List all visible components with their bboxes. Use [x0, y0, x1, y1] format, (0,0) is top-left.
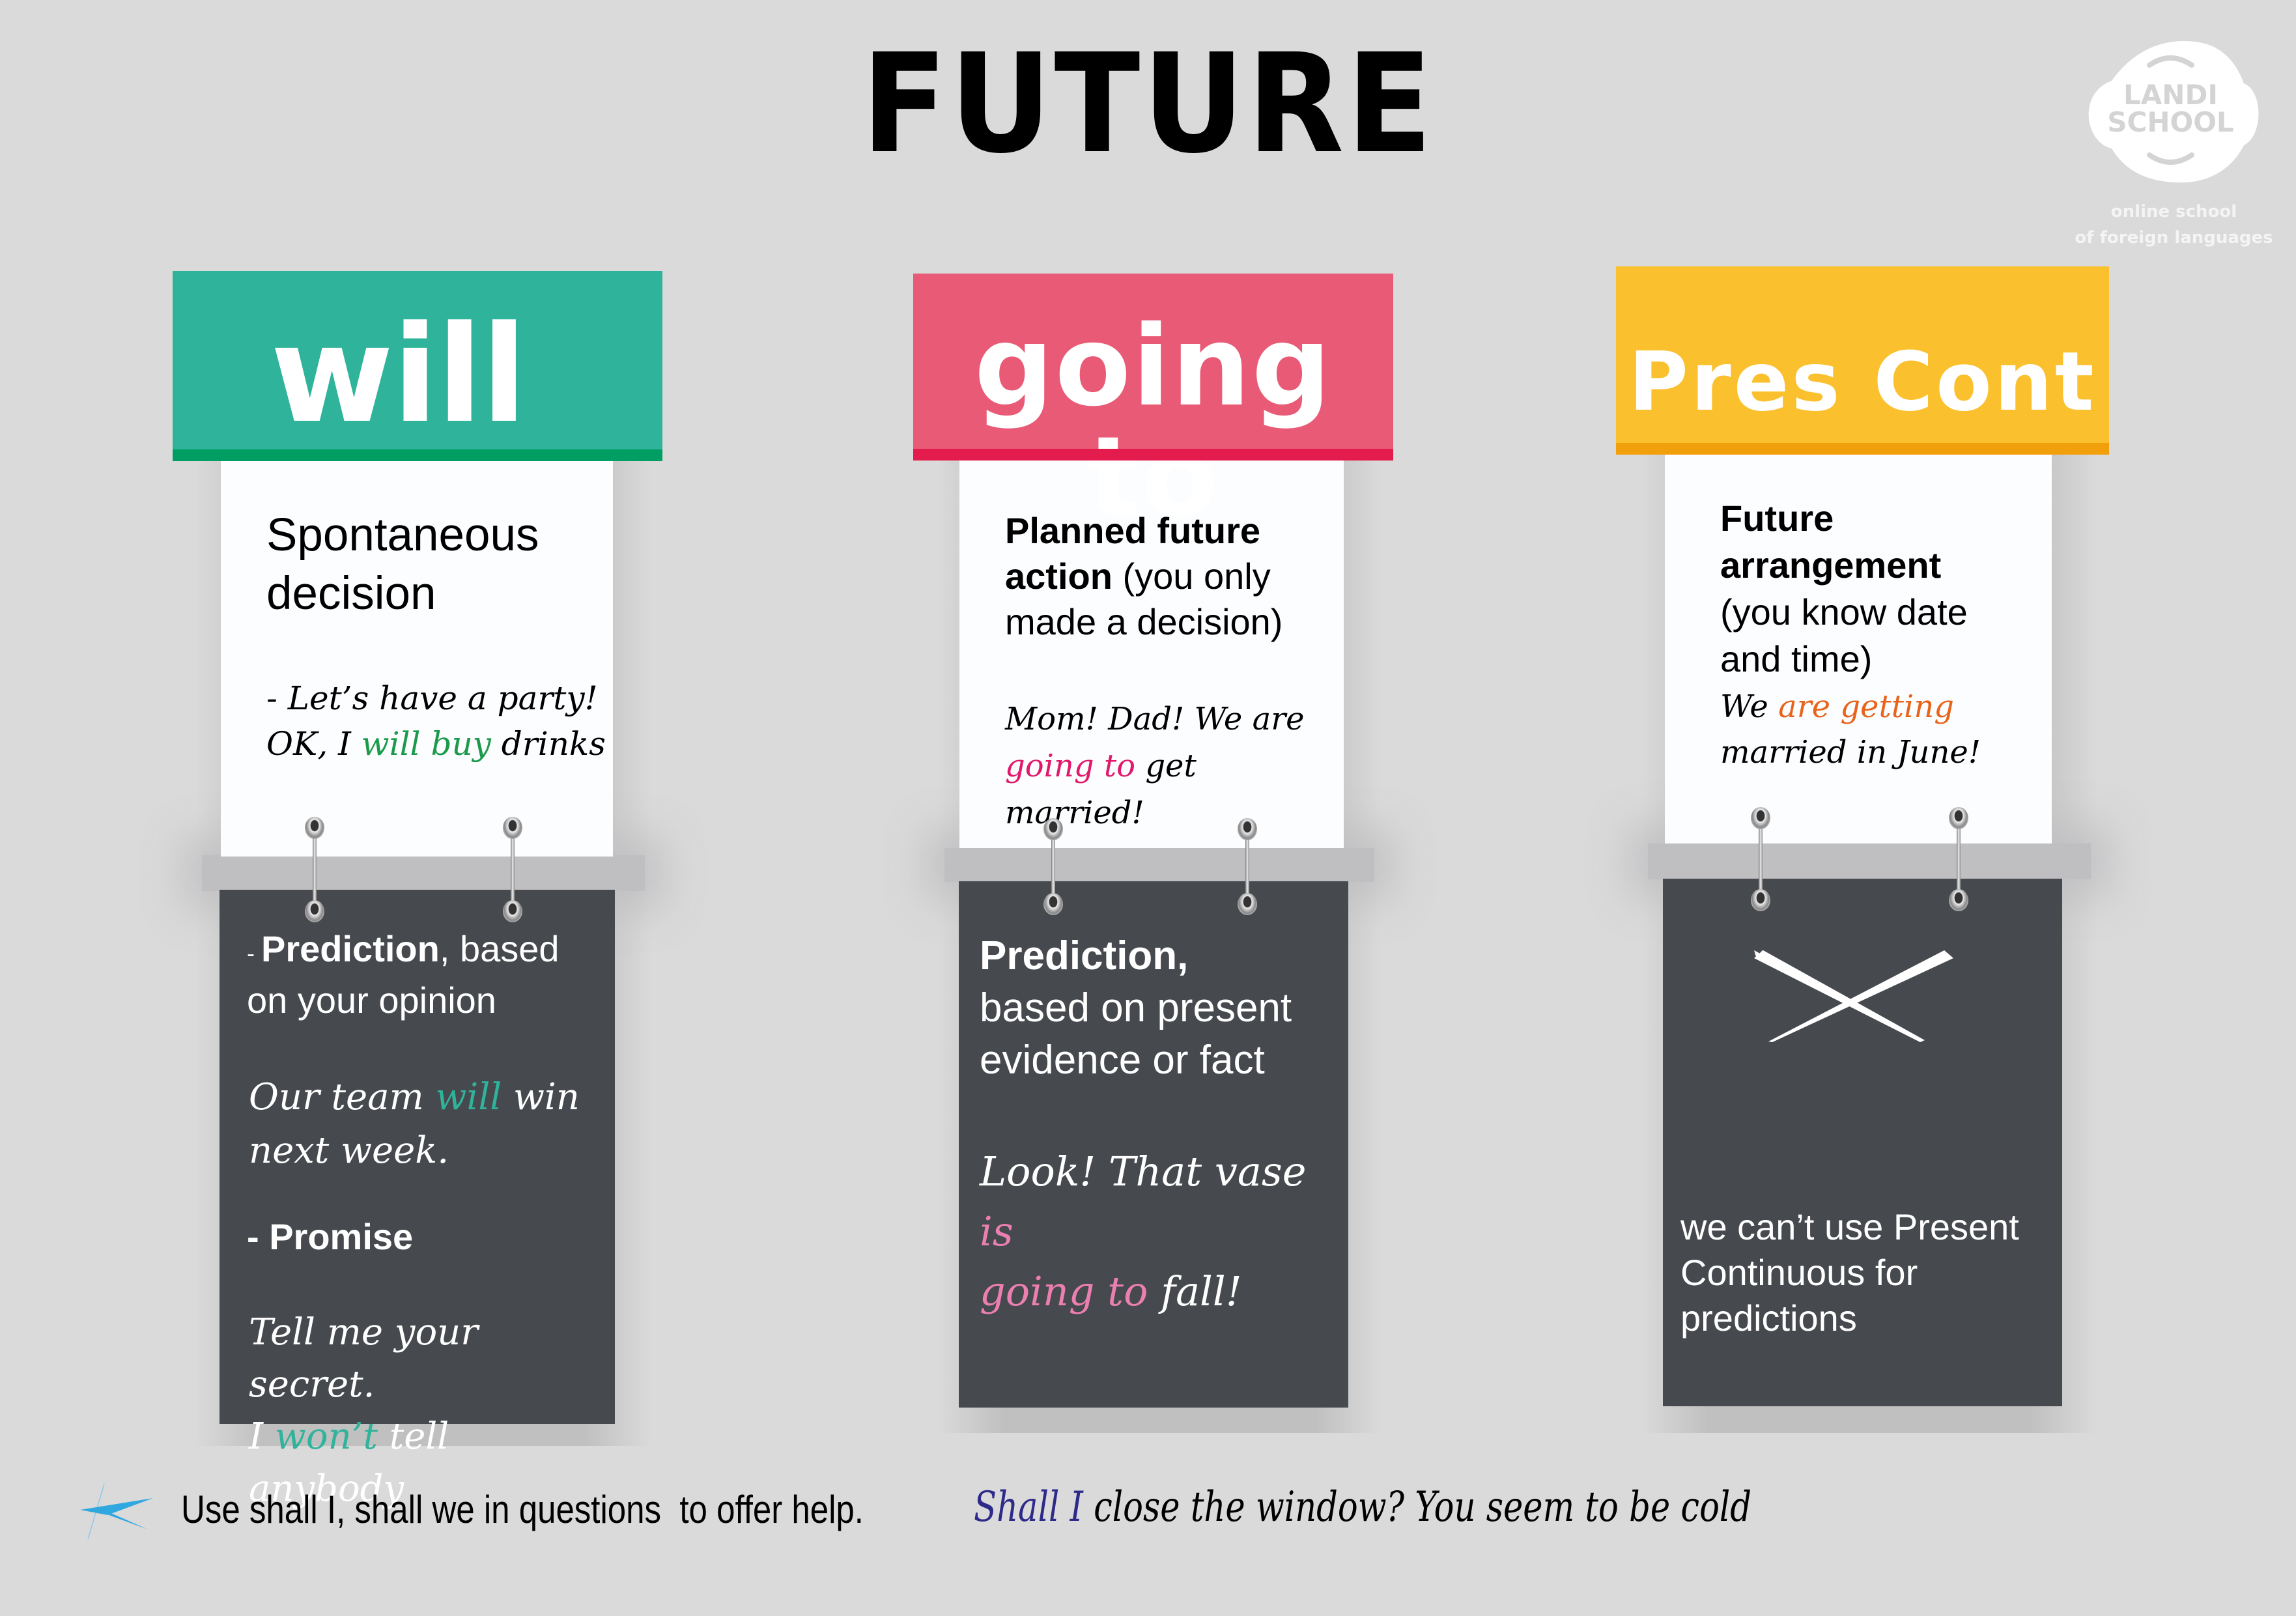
bold-text: Prediction, — [980, 933, 1189, 978]
page-title: FUTURE — [861, 24, 1435, 184]
logo-sub1: online school — [2110, 202, 2237, 221]
ring-hole-icon — [1949, 889, 1968, 911]
text: Look! That vase — [980, 1148, 1307, 1195]
text: and time) — [1720, 638, 1873, 679]
text: close the window? You seem to be cold — [1083, 1483, 1752, 1531]
bold-text: Future — [1720, 498, 1834, 539]
text: made a decision) — [1005, 601, 1283, 642]
bold-text: action — [1005, 556, 1113, 597]
text: Continuous for — [1680, 1252, 1918, 1293]
pres-cont-header: Pres Cont — [1616, 266, 2109, 455]
ring-hole-icon — [1238, 818, 1257, 840]
shadow-band — [1648, 843, 2091, 879]
ring-hole-icon — [503, 817, 522, 839]
text: we can’t use Present — [1680, 1206, 2019, 1247]
ring-hole-icon — [1751, 807, 1770, 829]
will-dark-item1: - Prediction, based on your opinion — [247, 926, 560, 1024]
highlight-text: are getting — [1778, 688, 1955, 725]
text: We — [1720, 688, 1779, 725]
text: based on present — [980, 985, 1292, 1030]
logo-sub2: of foreign languages — [2075, 228, 2273, 248]
text: evidence or fact — [980, 1038, 1265, 1083]
heading-line: decision — [266, 568, 436, 619]
pres-cont-dark-text: we can’t use Present Continuous for pred… — [1680, 1204, 2019, 1341]
text: Our team — [249, 1076, 436, 1118]
pres-cont-example: We are getting married in June! — [1720, 684, 1981, 775]
text: (you know date — [1720, 591, 1968, 632]
highlight-text: will — [435, 1076, 502, 1118]
ring-hole-icon — [305, 900, 324, 922]
text: on your opinion — [247, 980, 496, 1021]
example-text: OK, I — [266, 725, 361, 763]
text: married in June! — [1720, 734, 1981, 771]
text: predictions — [1680, 1297, 1857, 1339]
highlight-text: Shall I — [974, 1483, 1083, 1531]
dash: - — [247, 940, 261, 967]
will-dark-card: - Prediction, based on your opinion Our … — [220, 890, 615, 1510]
will-header: will — [173, 271, 662, 461]
text: Tell me your secret. — [249, 1311, 478, 1406]
header-label: Pres Cont — [1628, 335, 2097, 429]
ring-hole-icon — [1238, 893, 1257, 915]
will-example: - Let’s have a party! OK, I will buy dri… — [266, 675, 606, 767]
landi-school-logo: LANDI SCHOOL online school of foreign la… — [2052, 20, 2296, 261]
logo-line1: LANDI — [2123, 79, 2218, 111]
shadow-band — [944, 848, 1374, 882]
ring-hole-icon — [1043, 818, 1063, 840]
text: win — [502, 1076, 580, 1118]
text: fall! — [1148, 1268, 1242, 1315]
shadow-band — [202, 855, 645, 891]
cross-icon — [1754, 950, 1953, 1042]
will-dark-example2: Tell me your secret. I won’t tell anybod… — [249, 1307, 615, 1515]
highlight-text: won’t — [274, 1415, 378, 1458]
header-bar — [1616, 443, 2109, 455]
will-heading: Spontaneous decision — [266, 506, 539, 623]
header-bar — [913, 449, 1393, 461]
will-dark-item2: - Promise — [247, 1216, 414, 1257]
header-label: will — [270, 298, 527, 453]
example-text: drinks — [490, 725, 606, 763]
text: (you only — [1112, 556, 1271, 597]
going-to-example: Mom! Dad! We are going to get married! — [1005, 696, 1344, 836]
ring-hole-icon — [1043, 893, 1063, 915]
logo-wordmark: LANDI SCHOOL — [2078, 81, 2263, 136]
going-to-dark-example: Look! That vase is going to fall! — [980, 1142, 1348, 1322]
text: I — [249, 1415, 275, 1458]
ring-hole-icon — [305, 817, 324, 839]
heading-line: Spontaneous — [266, 509, 539, 561]
will-white-card: Spontaneous decision - Let’s have a part… — [221, 461, 613, 857]
text: Use shall I, shall we in questions to of… — [181, 1488, 873, 1531]
going-to-dark-card: Prediction, based on present evidence or… — [959, 881, 1348, 1408]
pres-cont-heading: Future arrangement (you know date and ti… — [1720, 495, 1968, 683]
text: next week. — [249, 1129, 449, 1172]
star-cross-icon — [80, 1484, 153, 1539]
highlight-text: going to — [980, 1268, 1148, 1315]
ring-hole-icon — [503, 900, 522, 922]
highlight-text: will buy — [361, 725, 491, 763]
logo-tagline: online school of foreign languages — [2052, 199, 2296, 251]
text: Mom! Dad! We are — [1005, 701, 1305, 737]
highlight-text: going to — [1005, 748, 1136, 784]
pres-cont-dark-card: we can’t use Present Continuous for pred… — [1663, 879, 2062, 1406]
header-bar — [173, 449, 662, 461]
footer-example: Shall I close the window? You seem to be… — [974, 1483, 1751, 1531]
example-line: - Let’s have a party! — [266, 679, 598, 717]
going-to-header: going to — [913, 274, 1393, 533]
header-label: going to — [974, 302, 1333, 542]
highlight-text: is — [980, 1208, 1013, 1255]
text: , based — [439, 928, 560, 969]
ring-hole-icon — [1751, 889, 1770, 911]
will-dark-example1: Our team will win next week. — [249, 1071, 580, 1178]
bold-text: Prediction — [261, 928, 440, 969]
footer-text: Use shall I, shall we in questions to of… — [181, 1487, 873, 1532]
pres-cont-white-card: Future arrangement (you know date and ti… — [1665, 453, 2052, 843]
ring-hole-icon — [1949, 807, 1968, 829]
example-line: OK, I will buy drinks — [266, 721, 606, 767]
logo-line2: SCHOOL — [2107, 106, 2234, 138]
going-to-dark-heading: Prediction, based on present evidence or… — [980, 930, 1292, 1086]
bold-text: arrangement — [1720, 545, 1942, 586]
